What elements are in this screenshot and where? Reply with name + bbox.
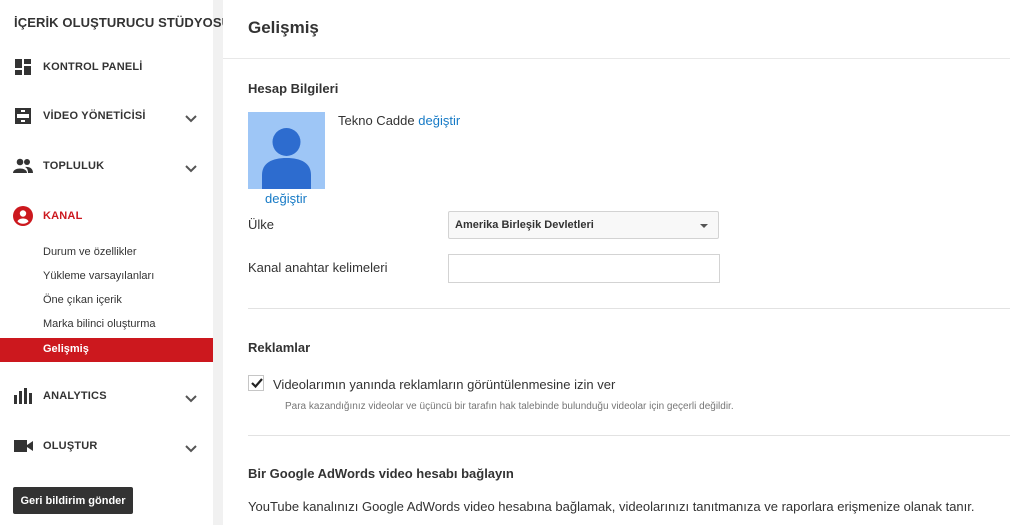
sidebar-subitem-label: Öne çıkan içerik xyxy=(43,294,122,306)
user-avatar-icon xyxy=(262,128,311,189)
ads-checkbox[interactable] xyxy=(248,375,264,391)
account-section-title: Hesap Bilgileri xyxy=(248,81,339,96)
adwords-section-title: Bir Google AdWords video hesabı bağlayın xyxy=(248,466,514,481)
chevron-down-icon[interactable] xyxy=(185,161,197,173)
sidebar-subitem-advanced[interactable]: Gelişmiş xyxy=(0,338,213,362)
sidebar-subitem-label: Yükleme varsayılanları xyxy=(43,270,155,282)
keywords-input[interactable] xyxy=(448,254,720,283)
create-icon xyxy=(13,436,33,456)
channel-icon xyxy=(13,206,33,226)
sidebar-item-community[interactable]: TOPLULUK xyxy=(0,151,213,181)
sidebar-subitem-label: Marka bilinci oluşturma xyxy=(43,318,156,330)
chevron-down-icon[interactable] xyxy=(185,391,197,403)
chevron-down-icon[interactable] xyxy=(185,441,197,453)
avatar xyxy=(248,112,325,189)
community-icon xyxy=(13,156,33,176)
sidebar-subitem-label: Gelişmiş xyxy=(43,343,89,355)
video-manager-icon xyxy=(13,106,33,126)
sidebar-item-analytics[interactable]: ANALYTICS xyxy=(0,381,213,411)
account-name: Tekno Cadde xyxy=(338,113,415,128)
country-label: Ülke xyxy=(248,217,275,232)
sidebar-subitem-status[interactable]: Durum ve özellikler xyxy=(0,241,213,265)
header-divider xyxy=(223,58,1010,59)
ads-help-text: Para kazandığınız videolar ve üçüncü bir… xyxy=(285,401,734,412)
sidebar-item-label: OLUŞTUR xyxy=(43,440,98,452)
country-select-value: Amerika Birleşik Devletleri xyxy=(455,219,594,231)
sidebar-item-dashboard[interactable]: KONTROL PANELİ xyxy=(0,52,213,82)
studio-title: İÇERİK OLUŞTURUCU STÜDYOSU xyxy=(14,15,232,30)
sidebar: İÇERİK OLUŞTURUCU STÜDYOSU KONTROL PANEL… xyxy=(0,0,231,525)
account-name-row: Tekno Cadde değiştir xyxy=(338,113,460,128)
sidebar-subitem-label: Durum ve özellikler xyxy=(43,246,137,258)
section-divider xyxy=(248,435,1010,436)
checkmark-icon xyxy=(251,378,263,389)
sidebar-subitem-branding[interactable]: Marka bilinci oluşturma xyxy=(0,313,213,337)
send-feedback-button[interactable]: Geri bildirim gönder xyxy=(13,487,133,514)
ads-checkbox-label[interactable]: Videolarımın yanında reklamların görüntü… xyxy=(273,377,615,392)
main-content: Gelişmiş Hesap Bilgileri değiştir Tekno … xyxy=(223,0,1010,525)
change-name-link[interactable]: değiştir xyxy=(418,113,460,128)
sidebar-item-label: TOPLULUK xyxy=(43,160,105,172)
dropdown-arrow-icon xyxy=(700,224,708,228)
sidebar-item-label: ANALYTICS xyxy=(43,390,107,402)
adwords-description: YouTube kanalınızı Google AdWords video … xyxy=(248,499,975,514)
sidebar-item-create[interactable]: OLUŞTUR xyxy=(0,431,213,461)
sidebar-subitem-upload-defaults[interactable]: Yükleme varsayılanları xyxy=(0,265,213,289)
chevron-down-icon[interactable] xyxy=(185,111,197,123)
sidebar-subitem-featured[interactable]: Öne çıkan içerik xyxy=(0,289,213,313)
keywords-label: Kanal anahtar kelimeleri xyxy=(248,260,388,275)
sidebar-item-channel[interactable]: KANAL xyxy=(0,201,213,231)
sidebar-item-label: VİDEO YÖNETİCİSİ xyxy=(43,110,146,122)
sidebar-item-video-manager[interactable]: VİDEO YÖNETİCİSİ xyxy=(0,101,213,131)
change-avatar-link[interactable]: değiştir xyxy=(265,191,307,206)
ads-section-title: Reklamlar xyxy=(248,340,311,355)
section-divider xyxy=(248,308,1010,309)
sidebar-item-label: KONTROL PANELİ xyxy=(43,61,143,73)
page-title: Gelişmiş xyxy=(248,18,319,37)
country-select[interactable]: Amerika Birleşik Devletleri xyxy=(448,211,719,239)
analytics-icon xyxy=(13,386,33,406)
sidebar-item-label: KANAL xyxy=(43,210,83,222)
dashboard-icon xyxy=(13,57,33,77)
